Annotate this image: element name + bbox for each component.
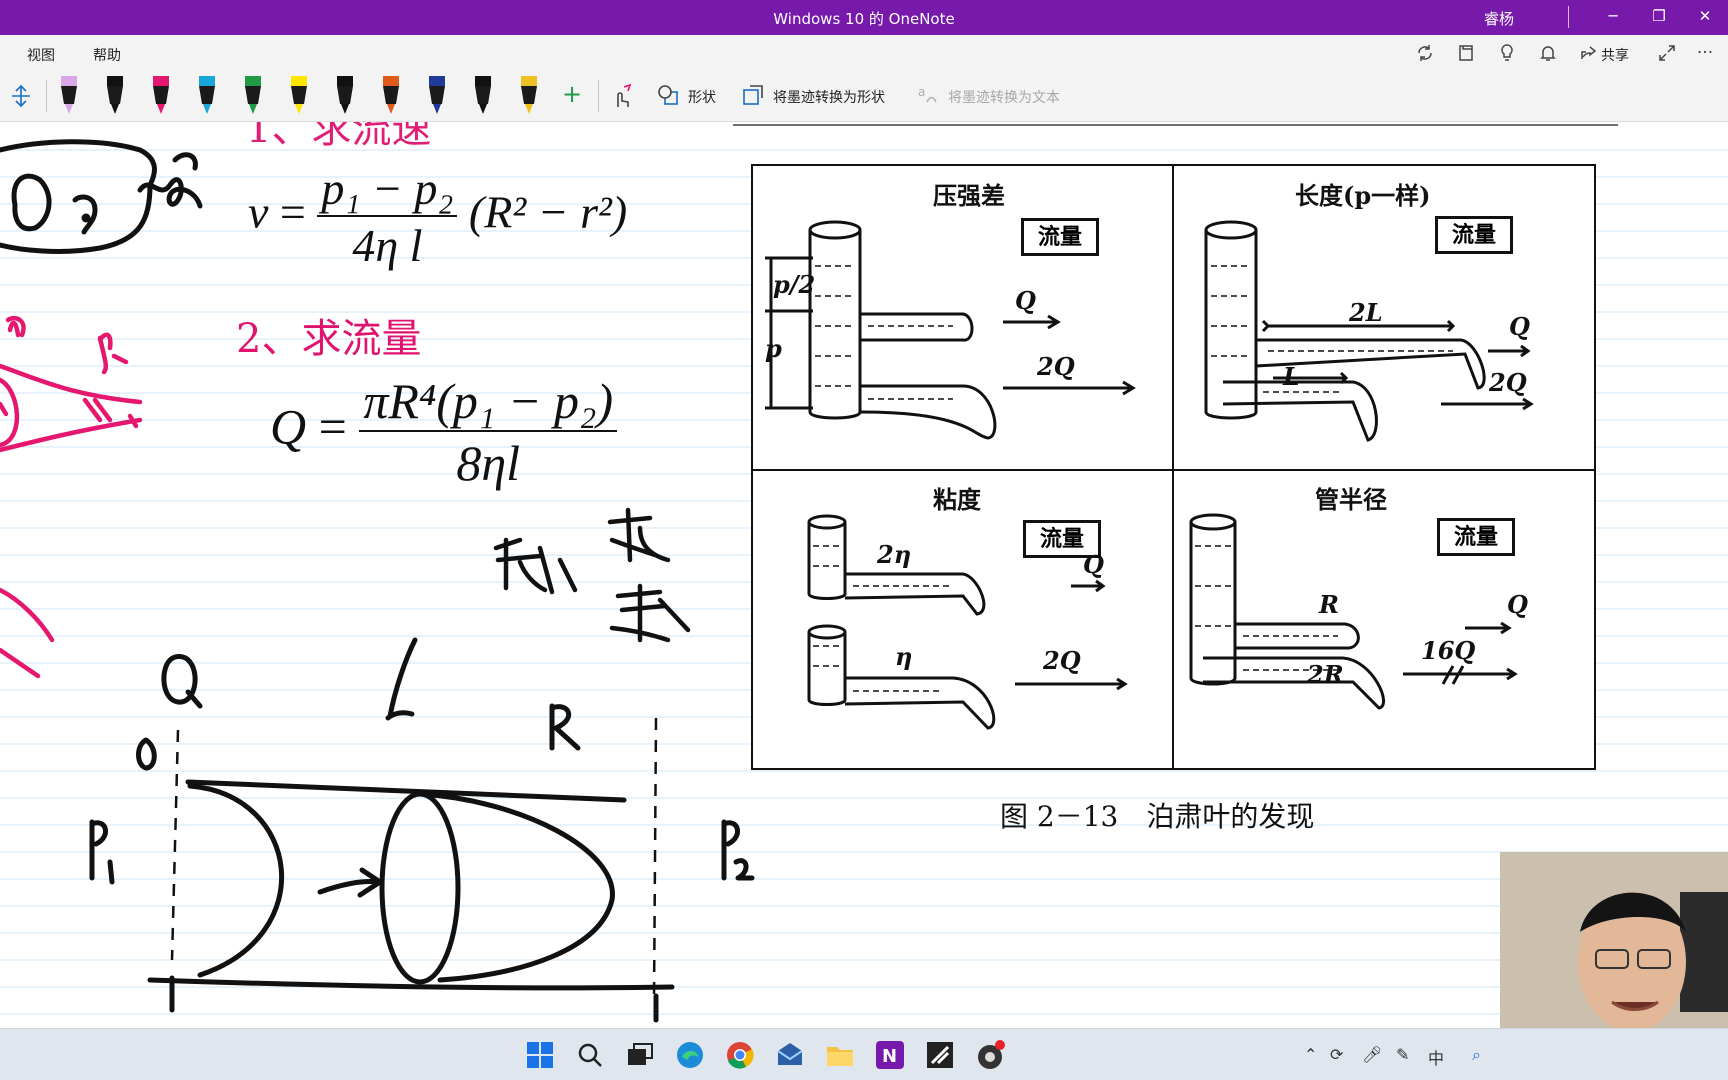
search-icon[interactable] [574, 1039, 606, 1071]
tray-search-icon[interactable]: ⌕ [1472, 1045, 1481, 1065]
draw-toolbar: + 形状 将墨迹转换为形状 a 将墨迹转换为文本 [0, 70, 1728, 122]
share-button[interactable]: 共享 [1601, 45, 1629, 65]
label-2Q-pressure: 2Q [1037, 352, 1075, 381]
page-view-icon[interactable] [1455, 43, 1477, 63]
panel-title-pressure: 压强差 [933, 181, 1005, 210]
panel-title-length: 长度(p一样) [1295, 181, 1431, 210]
label-2R: 2R [1307, 660, 1344, 689]
label-2L: 2L [1349, 298, 1383, 327]
pen-2-icon[interactable] [102, 74, 128, 116]
start-icon[interactable] [524, 1039, 556, 1071]
figure-drawing [765, 220, 1534, 730]
ink-to-text-button: 将墨迹转换为文本 [948, 90, 1060, 106]
svg-text:a: a [918, 85, 925, 99]
toolbar-separator [598, 80, 599, 112]
figure-caption: 图 2－13 泊肃叶的发现 [1000, 800, 1315, 833]
panel-title-radius: 管半径 [1315, 485, 1387, 514]
add-pen-icon[interactable]: + [562, 82, 582, 106]
title-separator [1568, 6, 1569, 28]
heading-velocity: 1、求流速 [246, 122, 432, 152]
tray-microphone-icon[interactable]: 🎤︎ [1362, 1045, 1382, 1064]
pen-5-icon[interactable] [240, 74, 266, 116]
formula-q-fraction: πR⁴(p₁ − p₂) 8ηl [359, 372, 618, 492]
tray-sync-icon[interactable]: ⟳ [1330, 1045, 1343, 1064]
label-Q-pressure: Q [1015, 286, 1036, 315]
label-2eta: 2η [877, 540, 912, 569]
formula-q-lhs: Q [270, 398, 307, 455]
pen-4-icon[interactable] [194, 74, 220, 116]
flow-box-radius: 流量 [1437, 518, 1515, 556]
formula-v-denominator: 4η l [352, 220, 423, 271]
mail-app-icon[interactable] [774, 1039, 806, 1071]
label-p: p [765, 334, 782, 363]
label-eta: η [895, 642, 913, 671]
fullscreen-icon[interactable] [1656, 43, 1678, 63]
touch-draw-icon[interactable] [610, 83, 634, 113]
tray-ime-icon[interactable]: 中 [1428, 1045, 1444, 1069]
label-2Q-length: 2Q [1489, 368, 1527, 397]
formula-q-numerator: πR⁴(p₁ − p₂) [359, 372, 618, 432]
pen-7-icon[interactable] [332, 74, 358, 116]
pen-8-icon[interactable] [378, 74, 404, 116]
lightbulb-icon[interactable] [1496, 43, 1518, 63]
title-bar: Windows 10 的 OneNote 睿杨 ─ ❐ ✕ [0, 0, 1728, 35]
formula-v-tail: (R² − r²) [468, 186, 628, 238]
flow-box-length: 流量 [1435, 216, 1513, 254]
sync-icon[interactable] [1414, 43, 1436, 63]
window-title: Windows 10 的 OneNote [773, 10, 955, 28]
pen-11-icon[interactable] [516, 74, 542, 116]
label-p-half: p/2 [773, 270, 816, 299]
label-Q-radius: Q [1507, 590, 1528, 619]
taskbar: N ⌃ ⟳ 🎤︎ ✎ 中 ⌕ [0, 1028, 1728, 1080]
pen-1-icon[interactable] [56, 74, 82, 116]
bell-icon[interactable] [1537, 43, 1559, 63]
label-16Q: 16Q [1421, 636, 1476, 665]
pen-6-icon[interactable] [286, 74, 312, 116]
edge-browser-icon[interactable] [674, 1039, 706, 1071]
ink-to-shape-icon[interactable] [742, 84, 764, 110]
sketch-app-icon[interactable] [924, 1039, 956, 1071]
formula-v-numerator: p₁ − p₂ [317, 162, 458, 217]
more-options-icon[interactable]: ··· [1694, 43, 1716, 63]
panel-title-viscosity: 粘度 [933, 485, 981, 514]
restore-button[interactable]: ❐ [1634, 0, 1684, 35]
label-R: R [1319, 590, 1339, 619]
pen-3-icon[interactable] [148, 74, 174, 116]
poiseuille-figure[interactable]: 压强差 流量 p/2 p Q 2Q 长度(p一样) 流量 2L L Q 2Q 粘… [751, 164, 1596, 770]
svg-text:N: N [882, 1046, 897, 1067]
formula-flow: Q = πR⁴(p₁ − p₂) 8ηl [270, 372, 618, 492]
menu-view[interactable]: 视图 [27, 45, 55, 65]
onenote-icon[interactable]: N [874, 1039, 906, 1071]
heading-flow-rate: 2、求流量 [236, 316, 422, 362]
shapes-icon[interactable] [657, 84, 679, 110]
recorder-app-icon[interactable] [974, 1039, 1006, 1071]
ink-to-text-icon: a [917, 84, 939, 110]
flow-box-pressure: 流量 [1021, 218, 1099, 256]
pen-9-icon[interactable] [424, 74, 450, 116]
share-icon[interactable] [1578, 43, 1600, 63]
file-explorer-icon[interactable] [824, 1039, 856, 1071]
shapes-button[interactable]: 形状 [688, 87, 716, 107]
task-view-icon[interactable] [624, 1039, 656, 1071]
chrome-icon[interactable] [724, 1039, 756, 1071]
label-L: L [1283, 362, 1300, 391]
tray-chevron-icon[interactable]: ⌃ [1304, 1045, 1317, 1064]
formula-q-denominator: 8ηl [456, 435, 521, 491]
menu-bar: 视图 帮助 共享 ··· [0, 35, 1728, 70]
formula-v-fraction: p₁ − p₂ 4η l [317, 162, 458, 272]
label-Q-length: Q [1509, 312, 1530, 341]
formula-v-lhs: v [248, 186, 269, 238]
toolbar-separator [46, 80, 47, 112]
label-2Q-viscosity: 2Q [1043, 646, 1081, 675]
lasso-insert-space-icon[interactable] [10, 84, 32, 112]
user-name[interactable]: 睿杨 [1484, 8, 1514, 29]
menu-help[interactable]: 帮助 [93, 45, 121, 65]
formula-velocity: v = p₁ − p₂ 4η l (R² − r²) [248, 162, 628, 272]
label-Q-viscosity: Q [1083, 550, 1104, 579]
pen-10-icon[interactable] [470, 74, 496, 116]
minimize-button[interactable]: ─ [1588, 0, 1638, 35]
close-button[interactable]: ✕ [1680, 0, 1728, 35]
ink-to-shape-button[interactable]: 将墨迹转换为形状 [773, 87, 885, 107]
tray-pen-icon[interactable]: ✎ [1396, 1045, 1409, 1064]
